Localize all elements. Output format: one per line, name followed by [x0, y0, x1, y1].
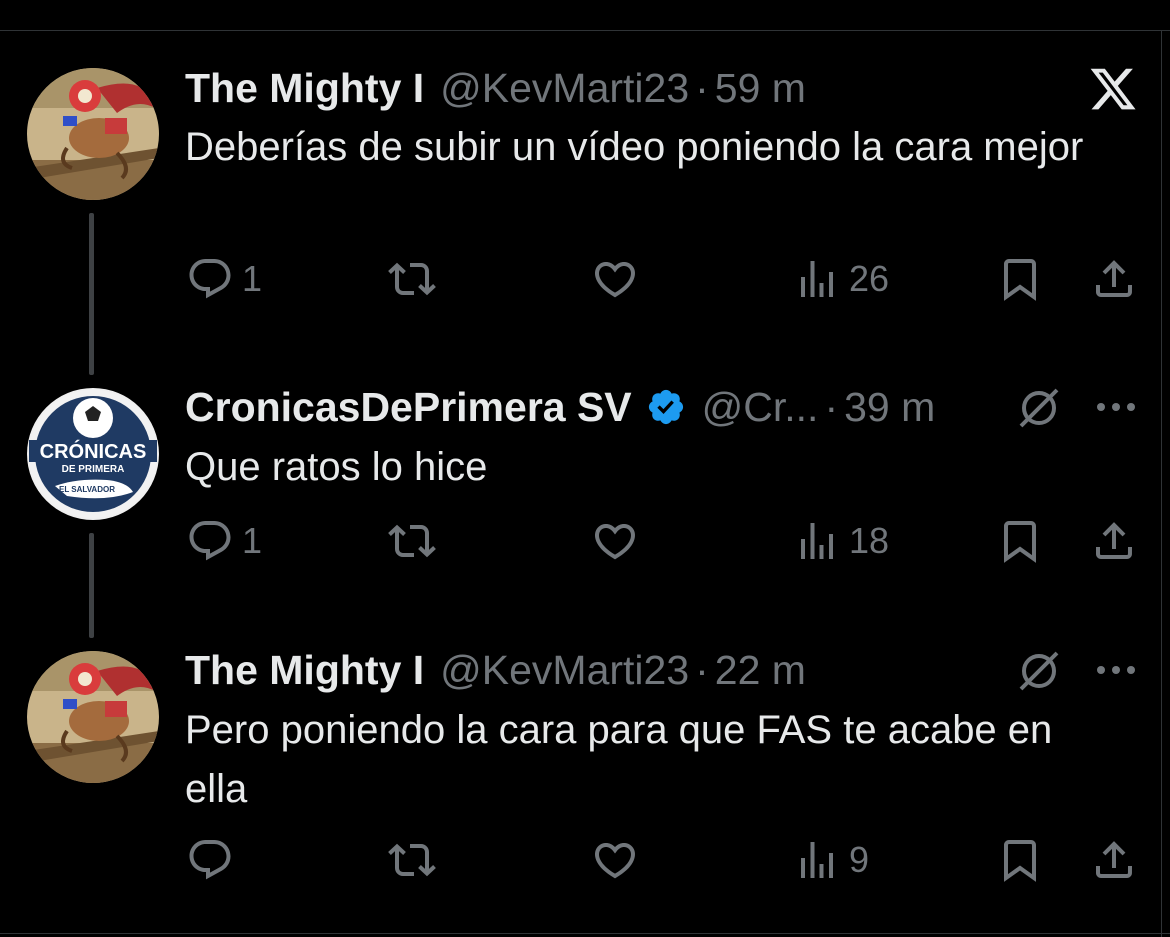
display-name[interactable]: The Mighty I: [185, 65, 424, 112]
action-bar: 1 26: [0, 255, 1170, 315]
right-divider: [1161, 30, 1162, 937]
tweet-header: CronicasDePrimera SV @Cr... · 39 m: [185, 381, 935, 433]
retweet-icon: [388, 843, 436, 877]
avatar[interactable]: CRÓNICAS DE PRIMERA EL SALVADOR: [27, 388, 159, 520]
bookmark-button[interactable]: [996, 517, 1044, 565]
share-icon: [1096, 841, 1132, 878]
grok-icon[interactable]: [1015, 647, 1063, 695]
x-logo-icon[interactable]: [1088, 64, 1138, 114]
avatar-logo-image: CRÓNICAS DE PRIMERA EL SALVADOR: [29, 390, 157, 518]
timestamp[interactable]: 39 m: [844, 384, 935, 431]
views-icon: [801, 523, 833, 559]
bookmark-button[interactable]: [996, 255, 1044, 303]
share-button[interactable]: [1090, 255, 1138, 303]
more-icon[interactable]: [1094, 663, 1138, 677]
user-handle[interactable]: @Cr...: [702, 384, 819, 431]
share-button[interactable]: [1090, 836, 1138, 884]
like-button[interactable]: [591, 255, 639, 303]
bookmark-icon: [1004, 840, 1036, 882]
tweet-text: Que ratos lo hice: [185, 445, 488, 489]
reply-button[interactable]: [186, 836, 242, 884]
reply-icon: [189, 840, 231, 880]
like-button[interactable]: [591, 517, 639, 565]
views-button[interactable]: 26: [793, 255, 889, 303]
like-button[interactable]: [591, 836, 639, 884]
tweet-text: Pero poniendo la cara para que FAS te ac…: [185, 708, 1053, 811]
verified-badge-icon: [648, 389, 683, 425]
avatar-line-2: DE PRIMERA: [62, 464, 125, 475]
retweet-button[interactable]: [388, 517, 436, 565]
reply-icon: [189, 521, 231, 561]
retweet-button[interactable]: [388, 255, 436, 303]
more-icon[interactable]: [1094, 400, 1138, 414]
timestamp[interactable]: 22 m: [715, 647, 806, 694]
views-button[interactable]: 18: [793, 517, 889, 565]
separator-dot: ·: [695, 64, 709, 111]
user-handle[interactable]: @KevMarti23: [440, 65, 689, 112]
bookmark-icon: [1004, 259, 1036, 301]
top-divider: [0, 30, 1170, 31]
share-icon: [1096, 522, 1132, 559]
views-count: 18: [849, 520, 890, 561]
tweet-header: The Mighty I @KevMarti23 · 22 m: [185, 644, 806, 696]
avatar[interactable]: [27, 651, 159, 783]
views-icon: [801, 261, 833, 297]
reply-icon: [189, 259, 231, 299]
views-icon: [801, 842, 833, 878]
avatar-cartoon-image: [27, 651, 159, 783]
tweet-text: Deberías de subir un vídeo poniendo la c…: [185, 125, 1084, 169]
bottom-divider: [0, 933, 1170, 934]
views-button[interactable]: 9: [793, 836, 869, 884]
display-name[interactable]: The Mighty I: [185, 647, 424, 694]
action-bar: 1 18: [0, 517, 1170, 577]
display-name[interactable]: CronicasDePrimera SV: [185, 384, 632, 431]
reply-count: 1: [242, 520, 263, 561]
tweet-header: The Mighty I @KevMarti23 · 59 m: [185, 62, 806, 114]
avatar[interactable]: [27, 68, 159, 200]
action-bar: 9: [0, 836, 1170, 896]
reply-button[interactable]: 1: [186, 255, 262, 303]
retweet-icon: [388, 524, 436, 558]
reply-button[interactable]: 1: [186, 517, 262, 565]
reply-count: 1: [242, 258, 263, 299]
share-button[interactable]: [1090, 517, 1138, 565]
avatar-cartoon-image: [27, 68, 159, 200]
separator-dot: ·: [824, 383, 839, 430]
user-handle[interactable]: @KevMarti23: [440, 647, 689, 694]
retweet-button[interactable]: [388, 836, 436, 884]
like-icon: [594, 262, 636, 298]
share-icon: [1096, 260, 1132, 297]
views-count: 26: [849, 258, 890, 299]
avatar-line-3: EL SALVADOR: [59, 485, 115, 494]
avatar-line-1: CRÓNICAS: [40, 439, 147, 463]
separator-dot: ·: [695, 646, 709, 693]
grok-icon[interactable]: [1015, 384, 1063, 432]
bookmark-icon: [1004, 521, 1036, 563]
views-count: 9: [849, 839, 870, 880]
bookmark-button[interactable]: [996, 836, 1044, 884]
timestamp[interactable]: 59 m: [715, 65, 806, 112]
retweet-icon: [388, 262, 436, 296]
like-icon: [594, 524, 636, 560]
like-icon: [594, 843, 636, 879]
